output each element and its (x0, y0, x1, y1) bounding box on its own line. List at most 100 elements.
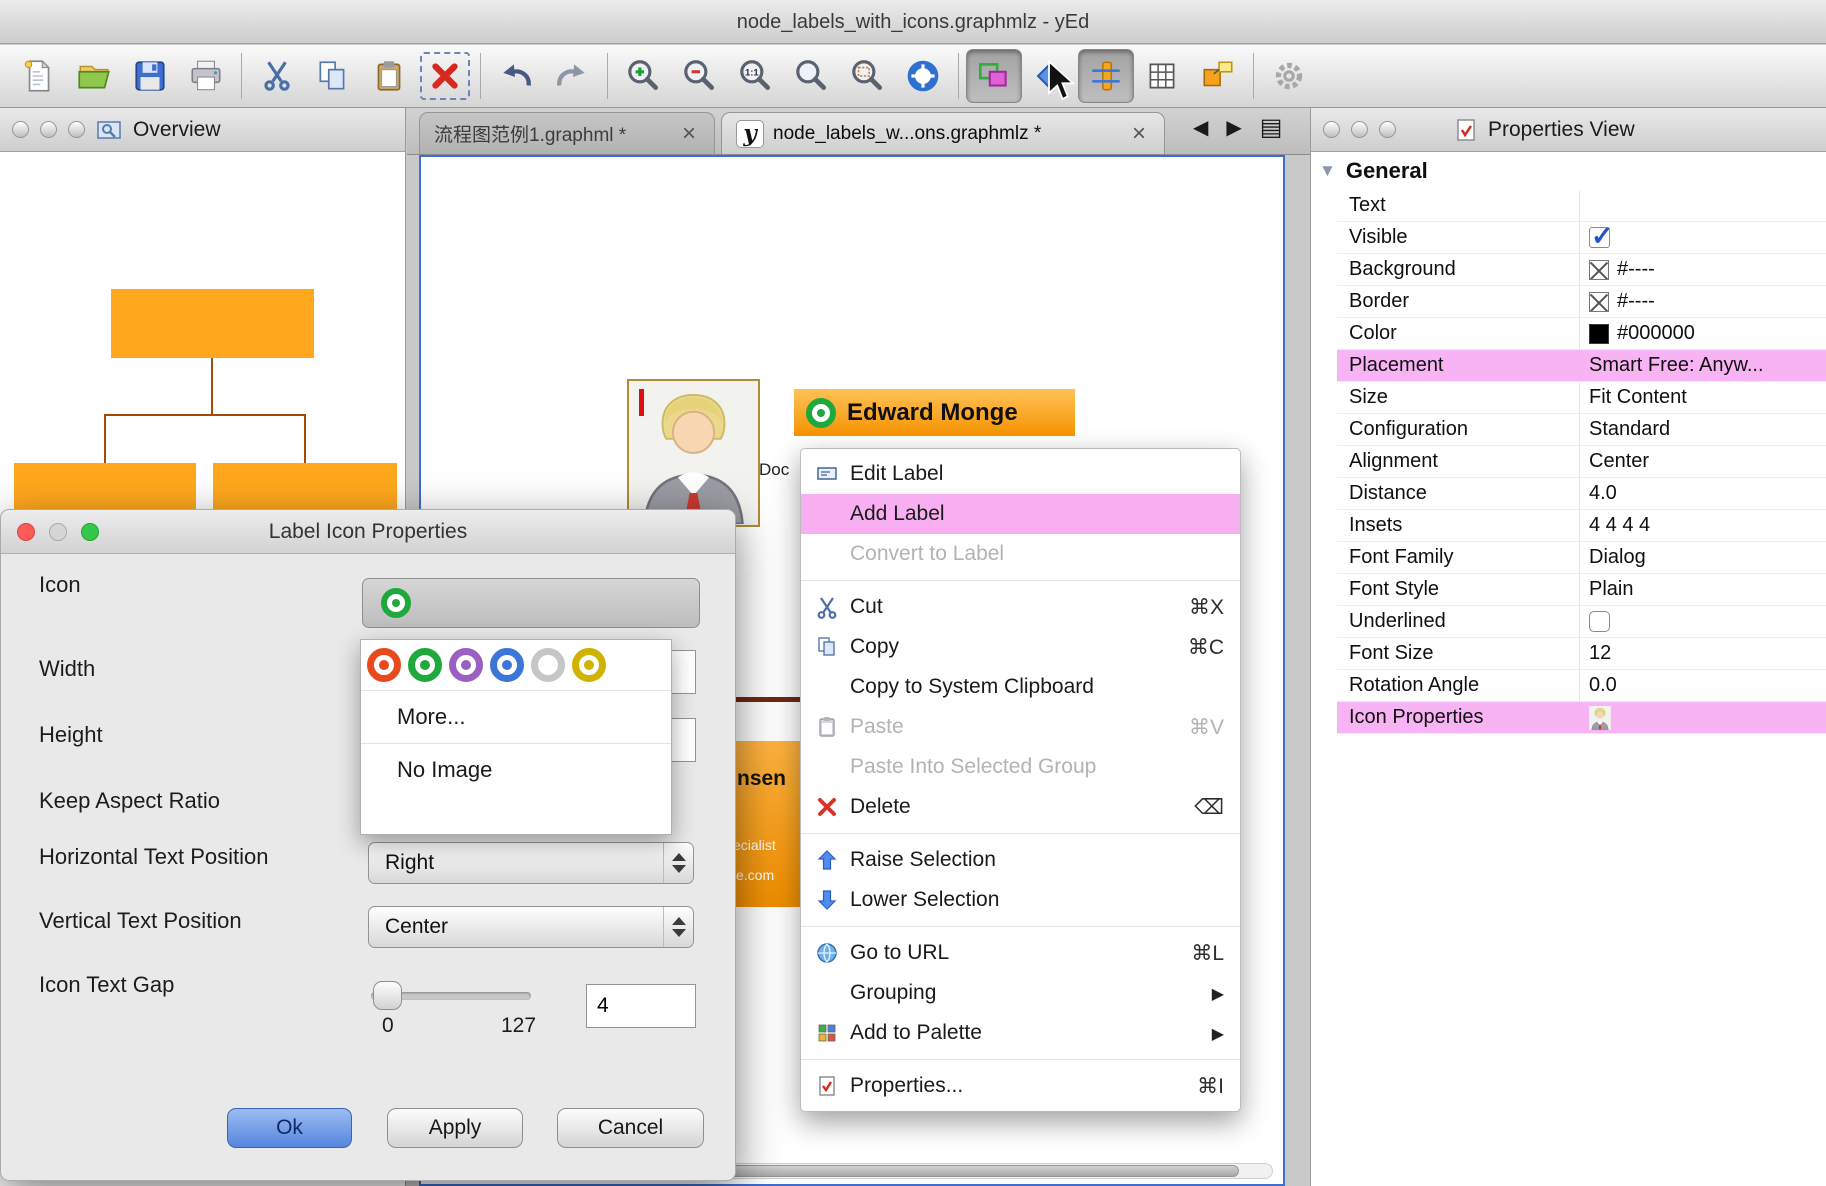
node-label-edward[interactable]: Edward Monge (794, 389, 1075, 436)
overview-icon (96, 118, 122, 142)
property-row-border[interactable]: Border #---- (1337, 286, 1826, 318)
edit-mode-button[interactable] (966, 49, 1022, 103)
menu-item-paste-into-selected-group[interactable]: Paste Into Selected Group (801, 747, 1240, 787)
close-icon[interactable] (1128, 123, 1150, 145)
icon-text-gap-slider-knob[interactable] (373, 981, 402, 1010)
disclosure-triangle-icon[interactable] (1319, 161, 1336, 181)
no-color-icon[interactable] (1589, 260, 1609, 280)
popup-item-more[interactable]: More... (361, 691, 671, 743)
grid-button[interactable] (1134, 49, 1190, 103)
save-button[interactable] (122, 49, 178, 103)
panel-dot-button[interactable] (40, 121, 57, 138)
zoom-actual-size-button[interactable]: 1:1 (727, 49, 783, 103)
fit-content-button[interactable] (895, 49, 951, 103)
property-row-rotation-angle[interactable]: Rotation Angle 0.0 (1337, 670, 1826, 702)
icon-text-gap-input[interactable] (586, 984, 696, 1028)
redo-button[interactable] (544, 49, 600, 103)
menu-item-lower-selection[interactable]: Lower Selection (801, 880, 1240, 920)
menu-item-properties[interactable]: Properties... ⌘I (801, 1066, 1240, 1106)
property-row-alignment[interactable]: Alignment Center (1337, 446, 1826, 478)
print-button[interactable] (178, 49, 234, 103)
color-swatch[interactable] (1589, 324, 1609, 344)
icon-swatch-blue[interactable] (490, 648, 524, 682)
menu-item-copy[interactable]: Copy ⌘C (801, 627, 1240, 667)
submenu-arrow-icon (1212, 981, 1224, 1005)
icon-swatch-green[interactable] (408, 648, 442, 682)
property-row-icon-properties[interactable]: Icon Properties (1337, 702, 1826, 734)
zoom-window-button[interactable] (81, 523, 99, 541)
panel-dot-button[interactable] (1351, 121, 1368, 138)
horizontal-text-position-select[interactable]: Right (368, 842, 694, 884)
checkbox-checked-icon[interactable] (1589, 227, 1610, 248)
menu-item-delete[interactable]: Delete ⌫ (801, 787, 1240, 827)
new-document-button[interactable] (10, 49, 66, 103)
snap-lines-button[interactable] (1078, 49, 1134, 103)
property-row-size[interactable]: Size Fit Content (1337, 382, 1826, 414)
prev-tab-icon[interactable] (1193, 115, 1208, 140)
property-row-underlined[interactable]: Underlined (1337, 606, 1826, 638)
minimize-window-button[interactable] (49, 523, 67, 541)
no-color-icon[interactable] (1589, 292, 1609, 312)
text-cursor-mark (639, 389, 644, 416)
menu-item-convert-to-label[interactable]: Convert to Label (801, 534, 1240, 574)
delete-button[interactable] (417, 49, 473, 103)
tab-flowchart[interactable]: 流程图范例1.graphml * (419, 112, 715, 154)
menu-item-add-to-palette[interactable]: Add to Palette (801, 1013, 1240, 1053)
apply-button[interactable]: Apply (387, 1108, 523, 1148)
zoom-button[interactable] (783, 49, 839, 103)
property-row-background[interactable]: Background #---- (1337, 254, 1826, 286)
copy-button[interactable] (305, 49, 361, 103)
node-person-image[interactable] (627, 379, 760, 527)
property-row-visible[interactable]: Visible (1337, 222, 1826, 254)
panel-dot-button[interactable] (68, 121, 85, 138)
property-row-color[interactable]: Color #000000 (1337, 318, 1826, 350)
property-row-text[interactable]: Text (1337, 190, 1826, 222)
icon-swatch-orange[interactable] (367, 648, 401, 682)
menu-item-grouping[interactable]: Grouping (801, 973, 1240, 1013)
cancel-button[interactable]: Cancel (557, 1108, 704, 1148)
undo-button[interactable] (488, 49, 544, 103)
stepper-arrows-icon (663, 907, 693, 947)
menu-item-add-label[interactable]: Add Label (801, 494, 1240, 534)
cut-button[interactable] (249, 49, 305, 103)
label-tool-button[interactable] (1190, 49, 1246, 103)
property-row-distance[interactable]: Distance 4.0 (1337, 478, 1826, 510)
next-tab-icon[interactable] (1226, 115, 1241, 140)
menu-item-paste[interactable]: Paste ⌘V (801, 707, 1240, 747)
menu-item-copy-to-system-clipboard[interactable]: Copy to System Clipboard (801, 667, 1240, 707)
checkbox-unchecked-icon[interactable] (1589, 611, 1610, 632)
person-icon (1589, 706, 1611, 730)
property-row-insets[interactable]: Insets 4 4 4 4 (1337, 510, 1826, 542)
close-icon[interactable] (678, 123, 700, 145)
close-window-button[interactable] (17, 523, 35, 541)
tab-node-labels[interactable]: node_labels_w...ons.graphmlz * (721, 112, 1165, 154)
icon-dropdown[interactable] (362, 578, 700, 628)
zoom-to-selection-button[interactable] (839, 49, 895, 103)
icon-swatch-yellow[interactable] (572, 648, 606, 682)
property-row-font-style[interactable]: Font Style Plain (1337, 574, 1826, 606)
group-general[interactable]: General (1311, 152, 1826, 190)
delete-x-icon (813, 795, 840, 819)
property-row-font-family[interactable]: Font Family Dialog (1337, 542, 1826, 574)
panel-dot-button[interactable] (1379, 121, 1396, 138)
icon-swatch-white[interactable] (531, 648, 565, 682)
open-file-button[interactable] (66, 49, 122, 103)
panel-dot-button[interactable] (12, 121, 29, 138)
settings-button[interactable] (1261, 49, 1317, 103)
zoom-in-button[interactable] (615, 49, 671, 103)
popup-item-no-image[interactable]: No Image (361, 743, 671, 795)
panel-dot-button[interactable] (1323, 121, 1340, 138)
property-row-font-size[interactable]: Font Size 12 (1337, 638, 1826, 670)
menu-item-raise-selection[interactable]: Raise Selection (801, 840, 1240, 880)
menu-item-edit-label[interactable]: Edit Label (801, 454, 1240, 494)
property-row-placement[interactable]: Placement Smart Free: Anyw... (1337, 350, 1826, 382)
menu-item-go-to-url[interactable]: Go to URL ⌘L (801, 933, 1240, 973)
zoom-out-button[interactable] (671, 49, 727, 103)
tab-list-icon[interactable] (1260, 113, 1283, 142)
menu-item-cut[interactable]: Cut ⌘X (801, 587, 1240, 627)
vertical-text-position-select[interactable]: Center (368, 906, 694, 948)
property-row-configuration[interactable]: Configuration Standard (1337, 414, 1826, 446)
ok-button[interactable]: Ok (227, 1108, 352, 1148)
paste-button[interactable] (361, 49, 417, 103)
icon-swatch-purple[interactable] (449, 648, 483, 682)
